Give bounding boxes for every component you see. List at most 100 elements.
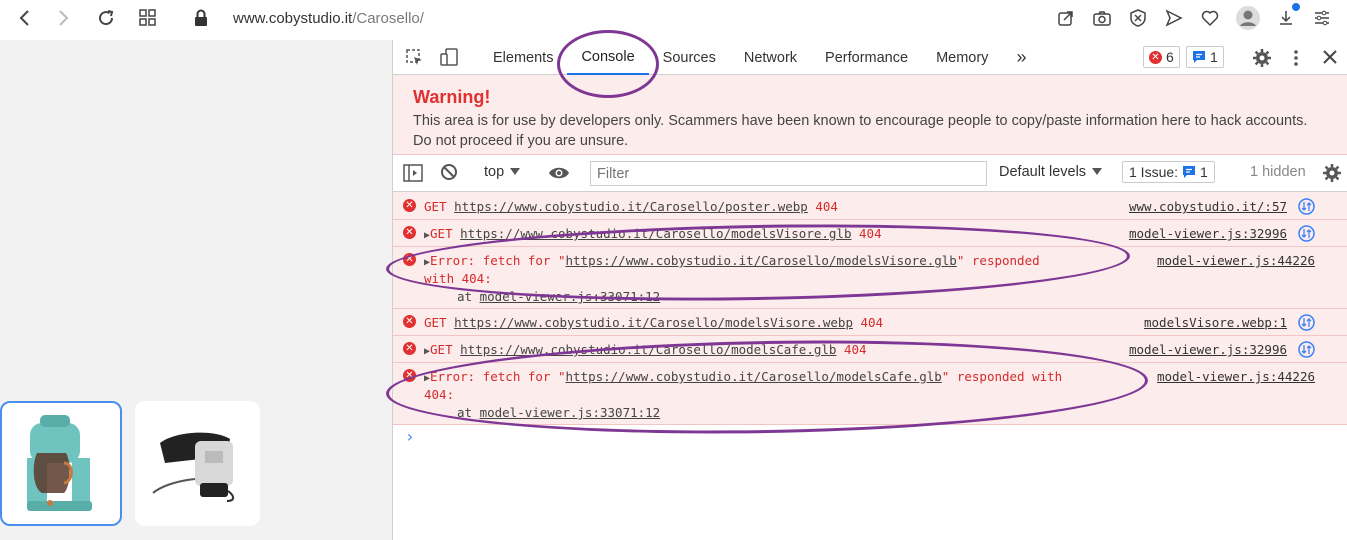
thumbnail-coffee-machine[interactable] [0, 401, 122, 526]
stack-trace-link[interactable]: model-viewer.js:33071:12 [480, 289, 661, 304]
request-url-link[interactable]: https://www.cobystudio.it/Carosello/post… [454, 199, 808, 214]
request-url-link[interactable]: https://www.cobystudio.it/Carosello/mode… [454, 315, 853, 330]
message-icon [1183, 166, 1196, 178]
console-message: ✕ GET https://www.cobystudio.it/Carosell… [393, 309, 1347, 336]
error-prefix: Error: fetch for " [430, 253, 566, 268]
share-icon[interactable] [1055, 7, 1077, 29]
back-icon[interactable] [4, 0, 44, 36]
tab-console[interactable]: Console [567, 40, 649, 75]
context-selector[interactable]: top [484, 164, 521, 180]
request-url-link[interactable]: https://www.cobystudio.it/Carosello/mode… [460, 226, 851, 241]
tab-elements[interactable]: Elements [479, 40, 567, 75]
warning-text: This area is for use by developers only.… [413, 113, 1308, 149]
status-code: 404 [843, 342, 867, 357]
sidebar-toggle-icon[interactable] [403, 163, 423, 187]
settings-sliders-icon[interactable] [1311, 7, 1333, 29]
error-count-badge[interactable]: ✕ 6 [1143, 46, 1180, 68]
apps-grid-icon[interactable] [128, 0, 168, 36]
issues-label: 1 Issue: [1129, 164, 1179, 180]
tab-memory[interactable]: Memory [922, 40, 1002, 75]
log-levels-dropdown[interactable]: Default levels [999, 164, 1103, 180]
hidden-count: 1 hidden [1250, 164, 1306, 180]
source-link[interactable]: model-viewer.js:32996 [1129, 342, 1287, 357]
avatar[interactable] [1235, 5, 1261, 31]
stack-prefix: at [457, 405, 480, 420]
source-link[interactable]: model-viewer.js:44226 [1157, 369, 1315, 384]
close-devtools-icon[interactable] [1323, 50, 1337, 68]
source-link[interactable]: model-viewer.js:44226 [1157, 253, 1315, 268]
eye-icon[interactable] [548, 164, 570, 186]
tab-sources[interactable]: Sources [649, 40, 730, 75]
request-url-link[interactable]: https://www.cobystudio.it/Carosello/mode… [566, 253, 957, 268]
issues-button[interactable]: 1 Issue: 1 [1122, 161, 1215, 183]
network-request-icon[interactable] [1298, 225, 1315, 242]
forward-icon[interactable] [44, 0, 84, 36]
status-code: 404 [815, 199, 838, 214]
device-toggle-icon[interactable] [439, 47, 459, 71]
clear-console-icon[interactable] [440, 163, 458, 185]
tab-network[interactable]: Network [730, 40, 811, 75]
request-url-link[interactable]: https://www.cobystudio.it/Carosello/mode… [460, 342, 836, 357]
request-method: GET [424, 199, 447, 214]
error-count: 6 [1166, 49, 1174, 65]
filter-input[interactable] [590, 161, 987, 186]
browser-toolbar: www.cobystudio.it/Carosello/ [0, 0, 1347, 36]
vr-headset-image [152, 432, 235, 502]
error-continuation: 404: [424, 387, 455, 402]
source-link[interactable]: www.cobystudio.it/:57 [1129, 199, 1287, 214]
issues-count: 1 [1200, 164, 1208, 180]
network-request-icon[interactable] [1298, 314, 1315, 331]
request-url-link[interactable]: https://www.cobystudio.it/Carosello/mode… [566, 369, 942, 384]
console-input-line[interactable]: › [393, 425, 1347, 455]
download-icon[interactable] [1275, 3, 1300, 29]
error-continuation: with 404: [424, 271, 492, 286]
message-count-badge[interactable]: 1 [1186, 46, 1224, 68]
caret-down-icon [510, 168, 521, 175]
error-icon: ✕ [403, 315, 416, 328]
status-code: 404 [860, 315, 884, 330]
heart-icon[interactable] [1199, 7, 1221, 29]
more-options-icon[interactable] [1291, 48, 1301, 72]
url-host: www.cobystudio.it [233, 9, 353, 27]
coffee-machine-image [27, 415, 92, 511]
inspect-element-icon[interactable] [405, 48, 425, 72]
more-tabs-button[interactable]: » [1002, 40, 1040, 75]
error-prefix: Error: fetch for " [430, 369, 566, 384]
devtools-panel: Elements Console Sources Network Perform… [392, 40, 1347, 540]
console-message: ✕ ▶Error: fetch for "https://www.cobystu… [393, 363, 1347, 425]
tab-performance[interactable]: Performance [811, 40, 922, 75]
source-link[interactable]: modelsVisore.webp:1 [1144, 315, 1287, 330]
send-icon[interactable] [1163, 7, 1185, 29]
console-message: ✕ ▶GET https://www.cobystudio.it/Carosel… [393, 220, 1347, 247]
network-request-icon[interactable] [1298, 341, 1315, 358]
warning-title: Warning! [413, 87, 491, 107]
thumbnail-vr-headset[interactable] [135, 401, 260, 526]
request-method: GET [424, 315, 447, 330]
error-suffix: " responded [956, 253, 1040, 268]
console-toolbar: top Default levels 1 Issue: 1 1 hidden [393, 155, 1347, 192]
address-bar[interactable]: www.cobystudio.it/Carosello/ [193, 0, 424, 36]
source-link[interactable]: model-viewer.js:32996 [1129, 226, 1287, 241]
reload-icon[interactable] [86, 0, 126, 36]
network-request-icon[interactable] [1298, 198, 1315, 215]
error-suffix: " responded with [941, 369, 1063, 384]
stack-trace-link[interactable]: model-viewer.js:33071:12 [480, 405, 661, 420]
stack-prefix: at [457, 289, 480, 304]
page-viewport [0, 40, 392, 540]
url-path: /Carosello/ [352, 9, 424, 27]
error-icon: ✕ [1149, 50, 1162, 64]
error-icon: ✕ [403, 253, 416, 266]
context-label: top [484, 164, 505, 180]
message-count: 1 [1210, 49, 1218, 65]
camera-icon[interactable] [1091, 7, 1113, 29]
caret-down-icon [1092, 168, 1103, 175]
lock-icon [195, 9, 207, 26]
message-icon [1193, 51, 1205, 63]
error-icon: ✕ [403, 342, 416, 355]
devtools-settings-icon[interactable] [1252, 48, 1272, 72]
adblock-shield-icon[interactable] [1127, 7, 1149, 29]
error-icon: ✕ [403, 199, 416, 212]
devtools-tab-bar: Elements Console Sources Network Perform… [393, 40, 1347, 75]
console-settings-icon[interactable] [1322, 163, 1342, 187]
console-message: ✕ GET https://www.cobystudio.it/Carosell… [393, 192, 1347, 220]
